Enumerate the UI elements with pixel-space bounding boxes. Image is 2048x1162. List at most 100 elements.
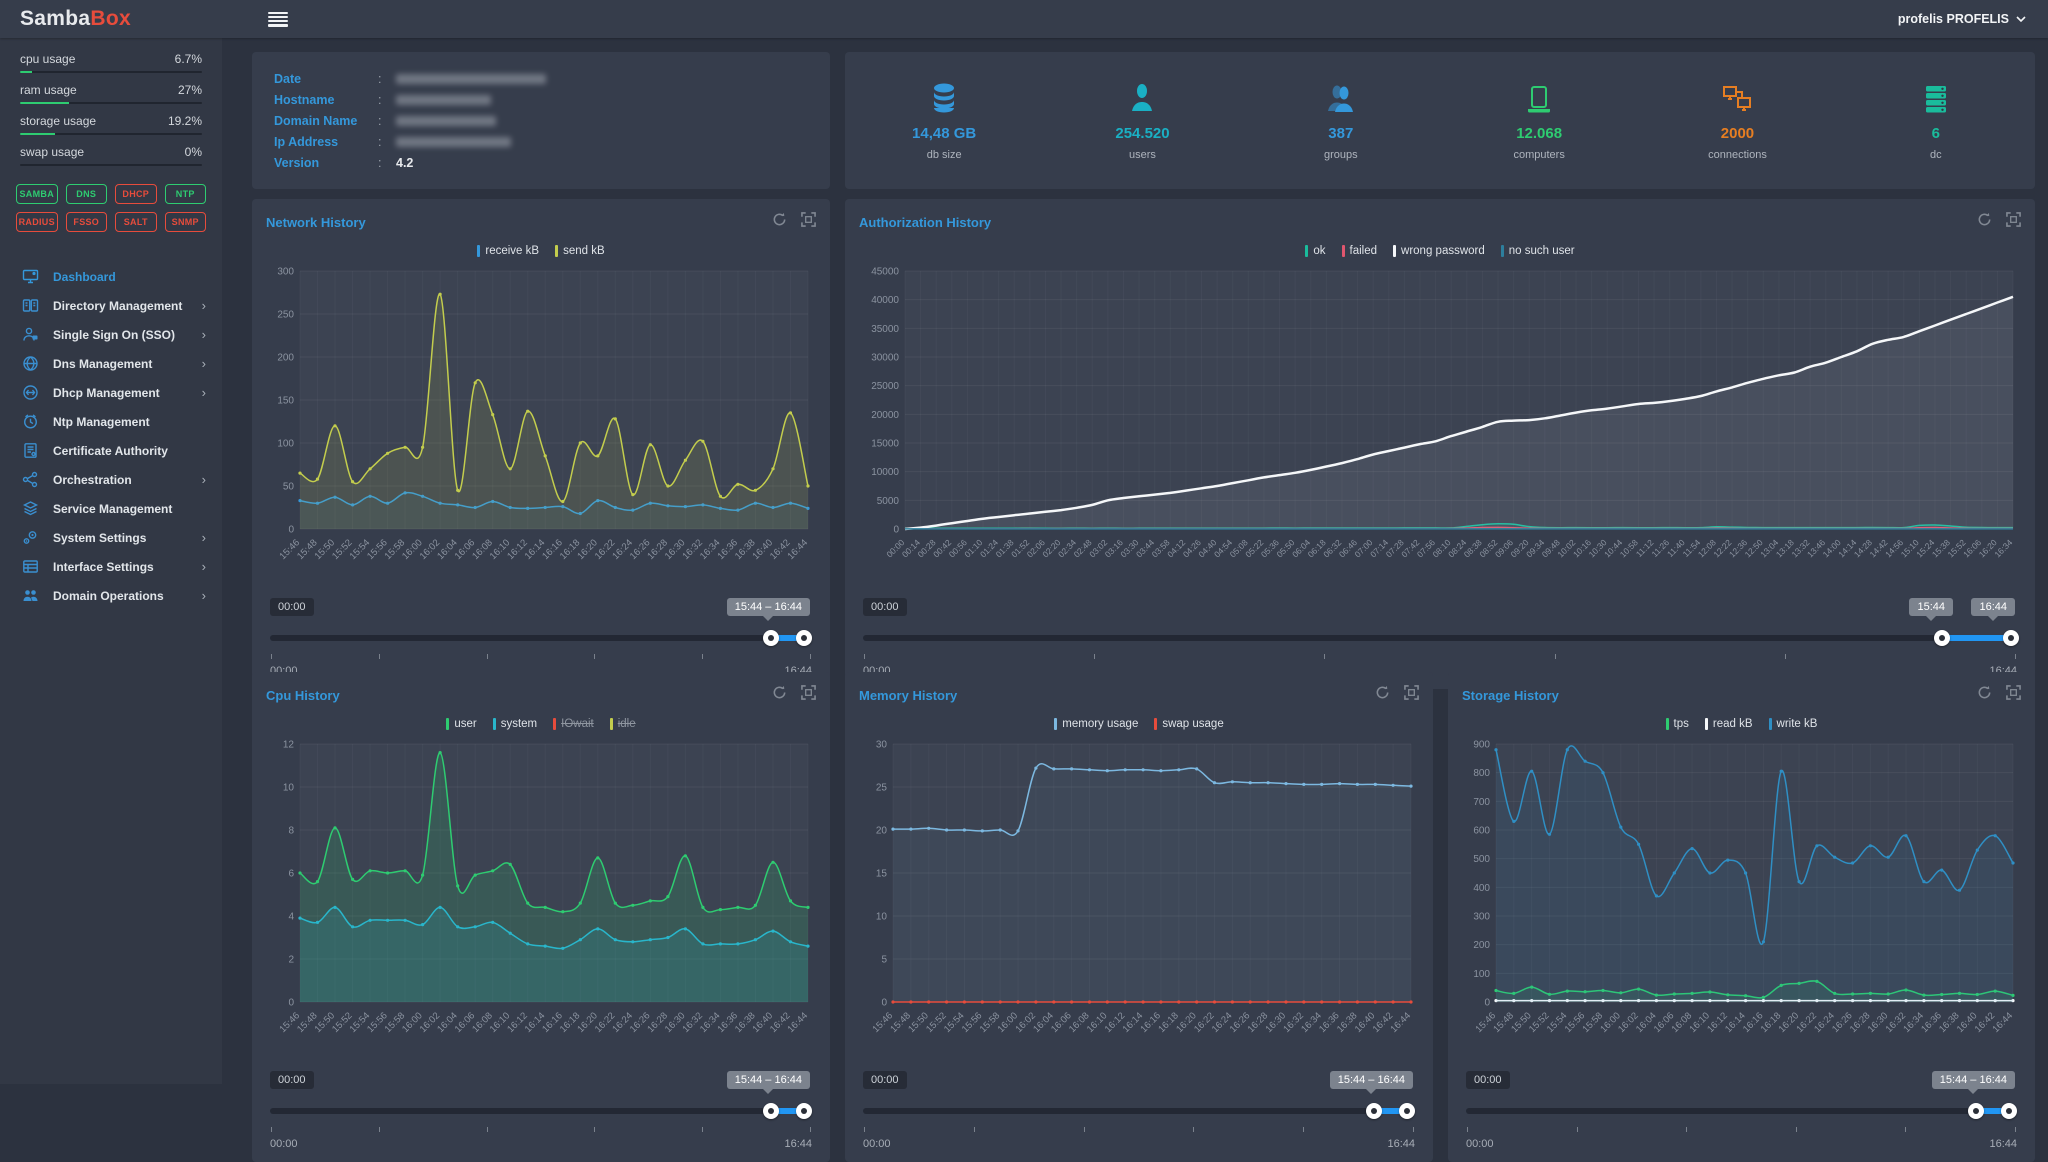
info-row: Hostname:	[274, 89, 808, 110]
sidebar-item-dhcp-management[interactable]: Dhcp Management›	[0, 378, 222, 407]
computers-icon	[1523, 83, 1555, 115]
svg-text:20000: 20000	[871, 410, 899, 421]
app-logo[interactable]: SambaBox	[0, 7, 222, 31]
expand-icon-button[interactable]	[2006, 685, 2021, 705]
slider-track[interactable]	[863, 1108, 1415, 1114]
legend-item-user[interactable]: user	[446, 718, 476, 730]
legend-item-ok[interactable]: ok	[1305, 245, 1325, 257]
dns-icon	[22, 355, 39, 372]
sidebar-item-label: Service Management	[53, 502, 172, 516]
slider-track[interactable]	[270, 635, 812, 641]
refresh-icon-button[interactable]	[772, 212, 787, 232]
sidebar-item-directory-management[interactable]: Directory Management›	[0, 291, 222, 320]
slider-handle-left[interactable]	[763, 630, 779, 646]
legend-item-failed[interactable]: failed	[1342, 245, 1378, 257]
expand-icon	[1404, 685, 1419, 700]
chart-plot: 02468101215:4615:4815:5015:5215:5415:561…	[266, 736, 816, 1063]
expand-icon-button[interactable]	[1404, 685, 1419, 705]
legend-item-receive-kB[interactable]: receive kB	[477, 245, 539, 257]
sidebar-item-service-management[interactable]: Service Management	[0, 494, 222, 523]
cpu-history-card: Cpu HistoryusersystemIOwaitidle024681012…	[252, 672, 830, 1162]
service-badge-snmp[interactable]: SNMP	[165, 212, 207, 232]
service-badge-samba[interactable]: SAMBA	[16, 184, 58, 204]
info-row: Version:4.2	[274, 152, 808, 173]
slider-handle-left[interactable]	[1366, 1103, 1382, 1119]
legend-item-no-such-user[interactable]: no such user	[1501, 245, 1575, 257]
service-badge-dhcp[interactable]: DHCP	[115, 184, 157, 204]
svg-text:40000: 40000	[871, 295, 899, 306]
refresh-icon-button[interactable]	[772, 685, 787, 705]
sidebar-item-domain-operations[interactable]: Domain Operations›	[0, 581, 222, 610]
sidebar-item-dashboard[interactable]: Dashboard	[0, 262, 222, 291]
slider-handle-right[interactable]	[2001, 1103, 2017, 1119]
info-label: Date	[274, 72, 378, 86]
slider-track[interactable]	[270, 1108, 812, 1114]
chart-legend: user system IOwait idle	[266, 712, 816, 736]
legend-item-idle[interactable]: idle	[610, 718, 636, 730]
svg-text:0: 0	[893, 525, 899, 536]
info-row: Ip Address:	[274, 131, 808, 152]
sidebar-item-system-settings[interactable]: System Settings›	[0, 523, 222, 552]
sidebar-item-ntp-management[interactable]: Ntp Management	[0, 407, 222, 436]
service-badge-radius[interactable]: RADIUS	[16, 212, 58, 232]
legend-item-wrong-password[interactable]: wrong password	[1393, 245, 1485, 257]
usage-meter: ram usage27%	[20, 79, 202, 104]
time-range-slider: 00:0015:44 – 16:4400:0016:44	[1462, 1071, 2021, 1150]
legend-item-write-kB[interactable]: write kB	[1769, 718, 1818, 730]
sidebar-item-certificate-authority[interactable]: Certificate Authority	[0, 436, 222, 465]
slider-track[interactable]	[863, 635, 2017, 641]
sidebar-item-interface-settings[interactable]: Interface Settings›	[0, 552, 222, 581]
usage-label: cpu usage	[20, 52, 75, 66]
slider-handle-right[interactable]	[796, 630, 812, 646]
slider-handle-left[interactable]	[1934, 630, 1950, 646]
slider-handle-left[interactable]	[1968, 1103, 1984, 1119]
chart-title: Memory History	[859, 688, 957, 703]
sidebar-item-label: Domain Operations	[53, 589, 164, 603]
usage-value: 0%	[185, 145, 202, 159]
refresh-icon-button[interactable]	[1977, 685, 1992, 705]
legend-item-send-kB[interactable]: send kB	[555, 245, 605, 257]
slider-handle-right[interactable]	[2003, 630, 2019, 646]
legend-item-swap-usage[interactable]: swap usage	[1154, 718, 1223, 730]
legend-item-IOwait[interactable]: IOwait	[553, 718, 594, 730]
service-badge-ntp[interactable]: NTP	[165, 184, 207, 204]
user-menu[interactable]: profelis PROFELIS	[1898, 12, 2026, 26]
slider-handle-right[interactable]	[1399, 1103, 1415, 1119]
service-badge-salt[interactable]: SALT	[115, 212, 157, 232]
time-range-slider: 00:0015:4416:4400:0016:44	[859, 598, 2021, 677]
dhcp-icon	[22, 384, 39, 401]
legend-item-system[interactable]: system	[493, 718, 537, 730]
sidebar-item-dns-management[interactable]: Dns Management›	[0, 349, 222, 378]
service-badge-fsso[interactable]: FSSO	[66, 212, 108, 232]
legend-item-tps[interactable]: tps	[1666, 718, 1689, 730]
slider-axis-start: 00:00	[1466, 1138, 1494, 1150]
slider-handle-right[interactable]	[796, 1103, 812, 1119]
chart-plot: 05010015020025030015:4615:4815:5015:5215…	[266, 263, 816, 590]
svg-text:0: 0	[288, 998, 294, 1009]
svg-text:900: 900	[1473, 740, 1490, 751]
refresh-icon-button[interactable]	[1375, 685, 1390, 705]
sidebar-item-label: Interface Settings	[53, 560, 154, 574]
sidebar-item-single-sign-on-sso[interactable]: Single Sign On (SSO)›	[0, 320, 222, 349]
refresh-icon-button[interactable]	[1977, 212, 1992, 232]
expand-icon	[801, 685, 816, 700]
sidebar-item-label: Orchestration	[53, 473, 132, 487]
expand-icon-button[interactable]	[801, 212, 816, 232]
slider-handle-left[interactable]	[763, 1103, 779, 1119]
hamburger-menu-icon[interactable]	[268, 12, 288, 27]
slider-selected-range[interactable]	[1942, 635, 2011, 641]
svg-text:100: 100	[277, 439, 294, 450]
expand-icon-button[interactable]	[801, 685, 816, 705]
connections-icon	[1720, 83, 1754, 115]
legend-item-read-kB[interactable]: read kB	[1705, 718, 1753, 730]
service-badge-dns[interactable]: DNS	[66, 184, 108, 204]
sidebar-item-orchestration[interactable]: Orchestration›	[0, 465, 222, 494]
usage-meter: swap usage0%	[20, 141, 202, 166]
refresh-icon	[1375, 685, 1390, 700]
slider-start-label: 00:00	[1466, 1071, 1510, 1089]
legend-item-memory-usage[interactable]: memory usage	[1054, 718, 1138, 730]
user-icon	[1129, 83, 1155, 115]
slider-track[interactable]	[1466, 1108, 2017, 1114]
system-info-card: Date:Hostname:Domain Name:Ip Address:Ver…	[252, 52, 830, 189]
expand-icon-button[interactable]	[2006, 212, 2021, 232]
